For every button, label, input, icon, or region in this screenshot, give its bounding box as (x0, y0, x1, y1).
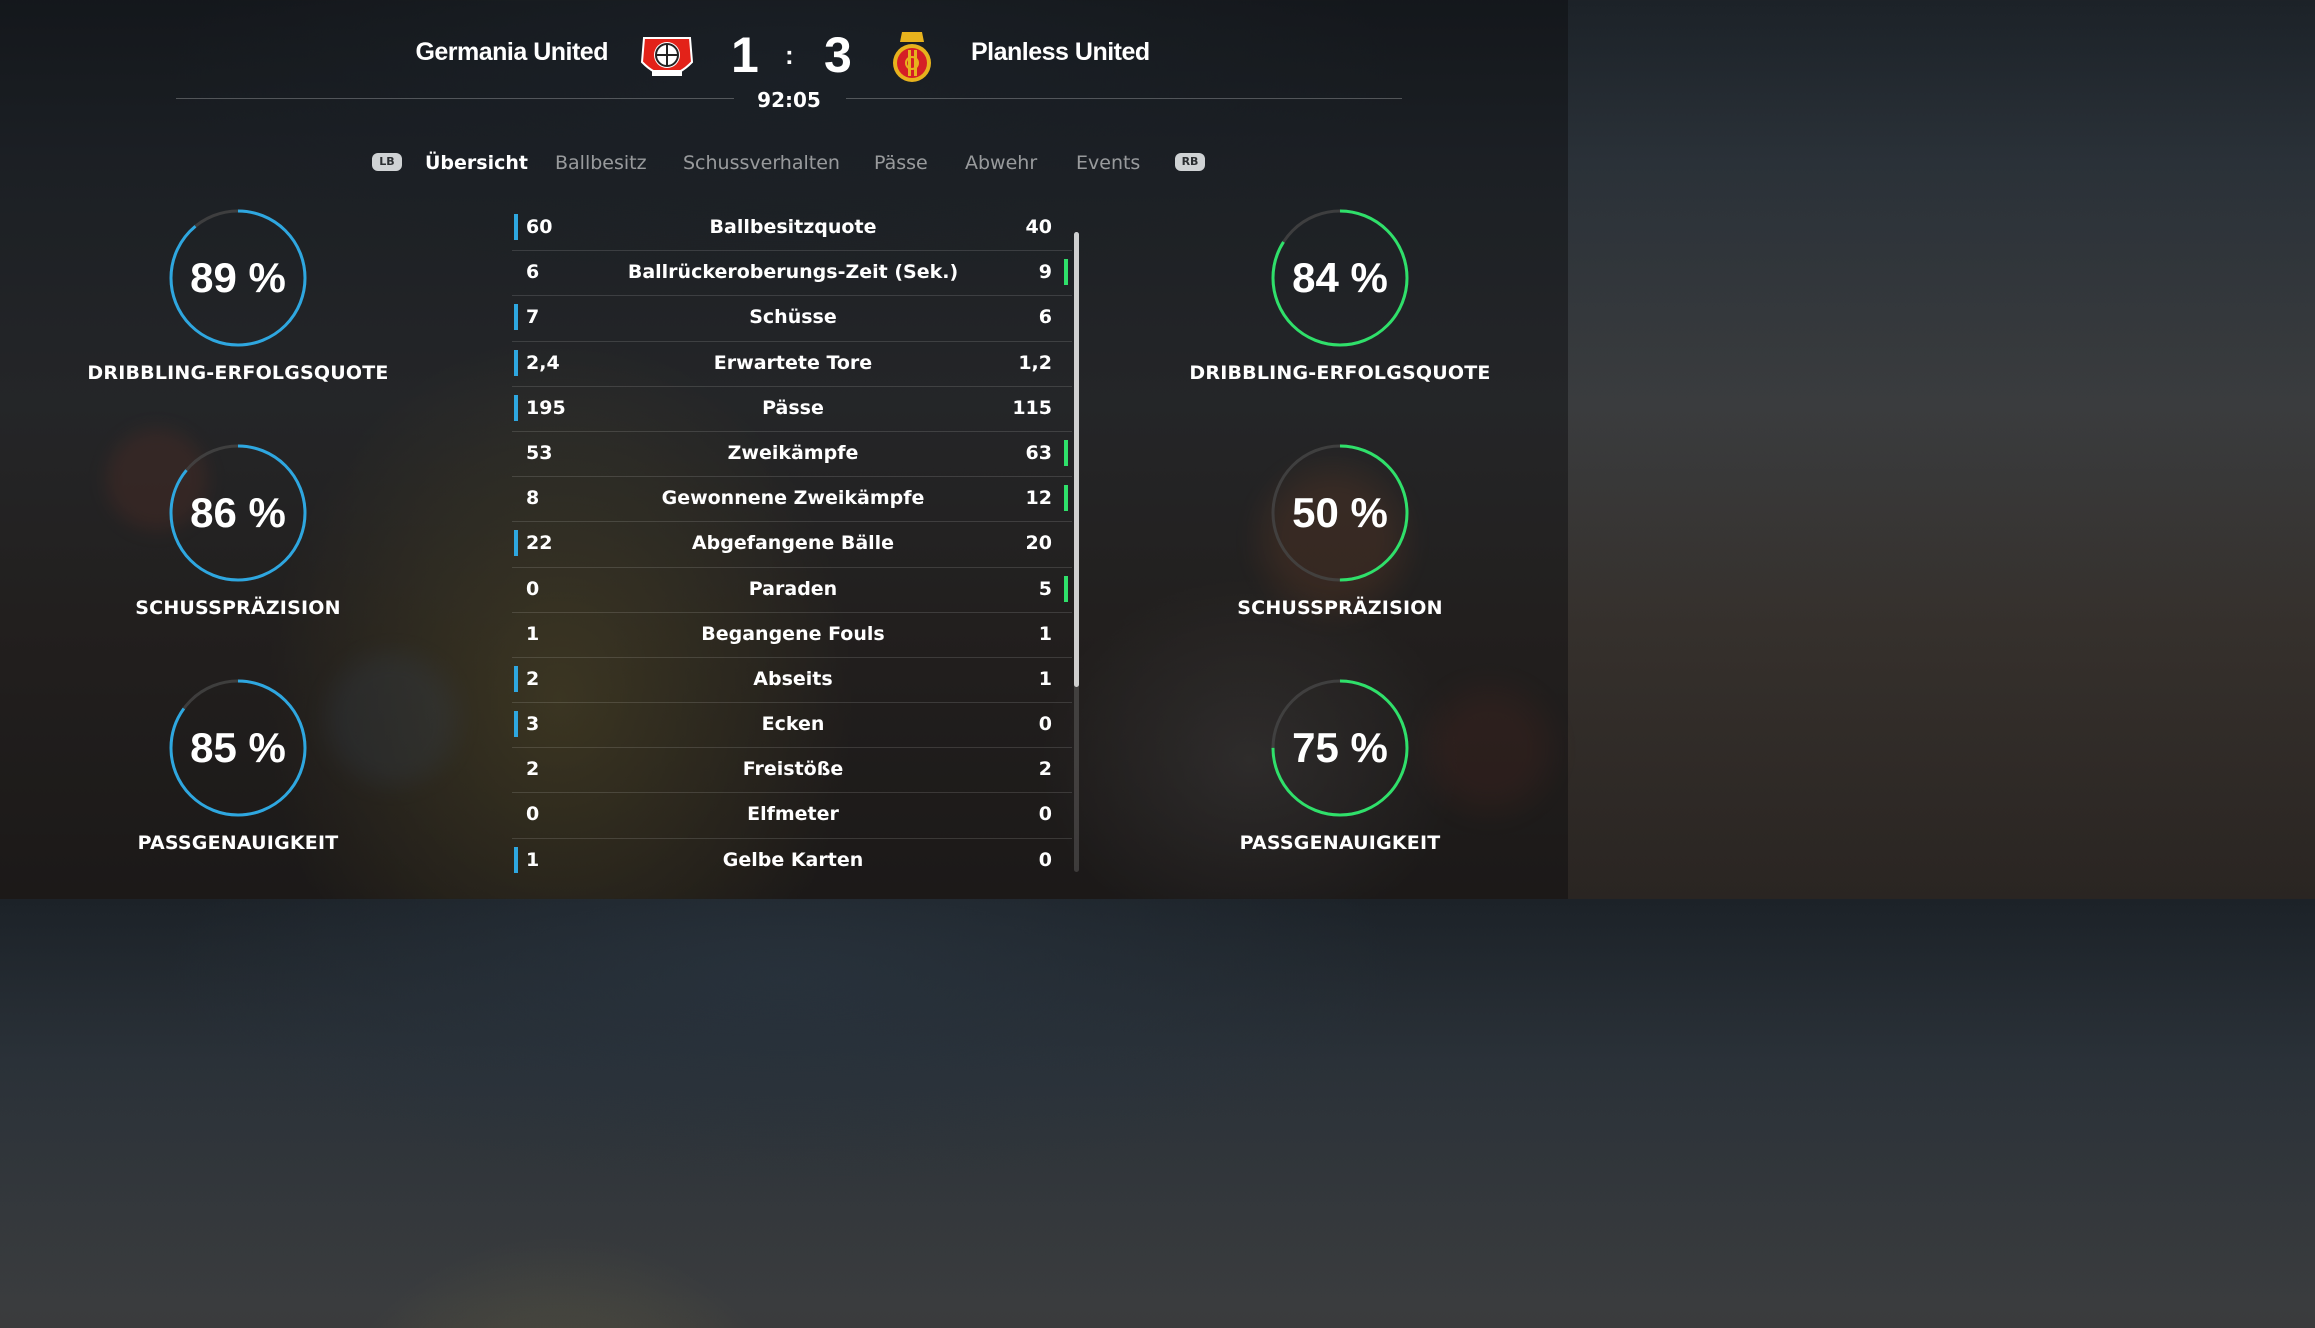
stat-row: 3 Ecken 0 (512, 703, 1072, 749)
tab-abwehr[interactable]: Abwehr (965, 152, 1037, 174)
stats-table: 60 Ballbesitzquote 40 6 Ballrückeroberungs-Z… (512, 206, 1072, 883)
home-ring-dribbling-label: DRIBBLING-ERFOLGSQUOTE (87, 362, 389, 384)
stat-label: Paraden (748, 577, 838, 600)
stat-label: Gelbe Karten (722, 848, 864, 871)
away-ring-dribbling-label: DRIBBLING-ERFOLGSQUOTE (1189, 362, 1491, 384)
stats-tab-bar: LB Übersicht Ballbesitz Schussverhalten … (0, 148, 1568, 180)
away-ring-schuss-gauge: 50 % (1270, 443, 1410, 583)
stat-away-value: 63 (1025, 441, 1052, 464)
away-score: 3 (824, 27, 852, 83)
stat-away-value: 115 (1012, 396, 1052, 419)
home-ring-schuss-value: 86 % (190, 489, 286, 536)
away-ring-schuss-label: SCHUSSPRÄZISION (1237, 597, 1443, 619)
stat-away-value: 40 (1025, 216, 1052, 238)
stat-row: 22 Abgefangene Bälle 20 (512, 522, 1072, 568)
score-separator: : (785, 40, 794, 70)
stat-row: 8 Gewonnene Zweikämpfe 12 (512, 477, 1072, 523)
away-ring-schuss: 50 % SCHUSSPRÄZISION (1180, 443, 1500, 619)
stat-row: 1 Begangene Fouls 1 (512, 613, 1072, 658)
rb-button-hint[interactable]: RB (1175, 153, 1205, 171)
stat-label: Abseits (753, 667, 833, 690)
stat-label: Pässe (762, 396, 824, 419)
stat-label: Freistöße (742, 758, 844, 781)
stat-label: Abgefangene Bälle (691, 532, 895, 555)
home-ring-pass: 85 % PASSGENAUIGKEIT (78, 678, 398, 854)
stat-away-value: 1,2 (1018, 351, 1052, 374)
match-clock: 92:05 (757, 88, 821, 112)
stat-away-value: 6 (1038, 306, 1052, 329)
stat-away-value: 0 (1038, 848, 1052, 871)
home-ring-pass-value: 85 % (190, 724, 286, 771)
stat-label: Ecken (761, 713, 825, 736)
home-ring-schuss-gauge: 86 % (168, 443, 308, 583)
tab-paesse[interactable]: Pässe (874, 152, 928, 174)
away-ring-pass-gauge: 75 % (1270, 678, 1410, 818)
stat-row: 7 Schüsse 6 (512, 296, 1072, 342)
away-ring-dribbling: 84 % DRIBBLING-ERFOLGSQUOTE (1180, 208, 1500, 384)
stat-row: 195 Pässe 115 (512, 387, 1072, 432)
stat-row: 2,4 Erwartete Tore 1,2 (512, 342, 1072, 387)
home-team-name: Germania United (415, 38, 608, 66)
away-ring-pass-label: PASSGENAUIGKEIT (1239, 832, 1441, 854)
home-club-crest-icon (638, 28, 696, 86)
stat-row: 1 Gelbe Karten 0 (512, 839, 1072, 883)
stat-away-value: 20 (1025, 532, 1052, 555)
home-ring-dribbling-value: 89 % (190, 254, 286, 301)
stat-label: Schüsse (749, 306, 837, 329)
stat-row: 6 Ballrückeroberungs-Zeit (Sek.) 9 (512, 251, 1072, 297)
stat-away-value: 1 (1038, 667, 1052, 690)
tab-uebersicht[interactable]: Übersicht (425, 152, 528, 174)
stat-label: Erwartete Tore (713, 351, 873, 374)
home-ring-pass-label: PASSGENAUIGKEIT (137, 832, 339, 854)
away-ring-dribbling-value: 84 % (1292, 254, 1388, 301)
away-ring-schuss-value: 50 % (1292, 489, 1388, 536)
home-ring-schuss: 86 % SCHUSSPRÄZISION (78, 443, 398, 619)
stat-row: 0 Paraden 5 (512, 568, 1072, 613)
stat-row: 60 Ballbesitzquote 40 (512, 206, 1072, 252)
home-ring-pass-gauge: 85 % (168, 678, 308, 818)
away-club-crest-icon (888, 28, 946, 86)
stats-scrollbar-thumb[interactable] (1074, 232, 1079, 687)
stat-label: Ballrückeroberungs-Zeit (Sek.) (627, 261, 959, 284)
away-ring-dribbling-gauge: 84 % (1270, 208, 1410, 348)
home-score: 1 (731, 27, 759, 83)
stat-away-value: 1 (1038, 622, 1052, 645)
stat-label: Ballbesitzquote (709, 216, 877, 238)
tab-events[interactable]: Events (1076, 152, 1140, 174)
home-ring-dribbling-gauge: 89 % (168, 208, 308, 348)
stat-row: 0 Elfmeter 0 (512, 793, 1072, 839)
stat-away-value: 0 (1038, 713, 1052, 736)
tab-ballbesitz[interactable]: Ballbesitz (555, 152, 647, 174)
lb-button-hint[interactable]: LB (372, 153, 402, 171)
stat-away-value: 0 (1038, 803, 1052, 826)
stat-label: Gewonnene Zweikämpfe (661, 487, 925, 510)
stat-away-value: 12 (1025, 487, 1052, 510)
away-team-name: Planless United (971, 38, 1150, 66)
home-ring-dribbling: 89 % DRIBBLING-ERFOLGSQUOTE (78, 208, 398, 384)
scoreboard-header: Germania United 1 : 3 Planless United 92… (0, 0, 1568, 120)
stat-row: 2 Freistöße 2 (512, 748, 1072, 794)
stat-label: Begangene Fouls (701, 622, 885, 645)
stat-label: Zweikämpfe (727, 441, 859, 464)
away-ring-pass: 75 % PASSGENAUIGKEIT (1180, 678, 1500, 854)
stat-away-value: 5 (1038, 577, 1052, 600)
tab-schussverhalten[interactable]: Schussverhalten (683, 152, 840, 174)
stat-row: 2 Abseits 1 (512, 658, 1072, 704)
stat-row: 53 Zweikämpfe 63 (512, 432, 1072, 478)
stat-label: Elfmeter (747, 803, 839, 826)
away-ring-pass-value: 75 % (1292, 724, 1388, 771)
stat-away-value: 9 (1038, 261, 1052, 284)
stat-away-value: 2 (1038, 758, 1052, 781)
home-ring-schuss-label: SCHUSSPRÄZISION (135, 597, 341, 619)
